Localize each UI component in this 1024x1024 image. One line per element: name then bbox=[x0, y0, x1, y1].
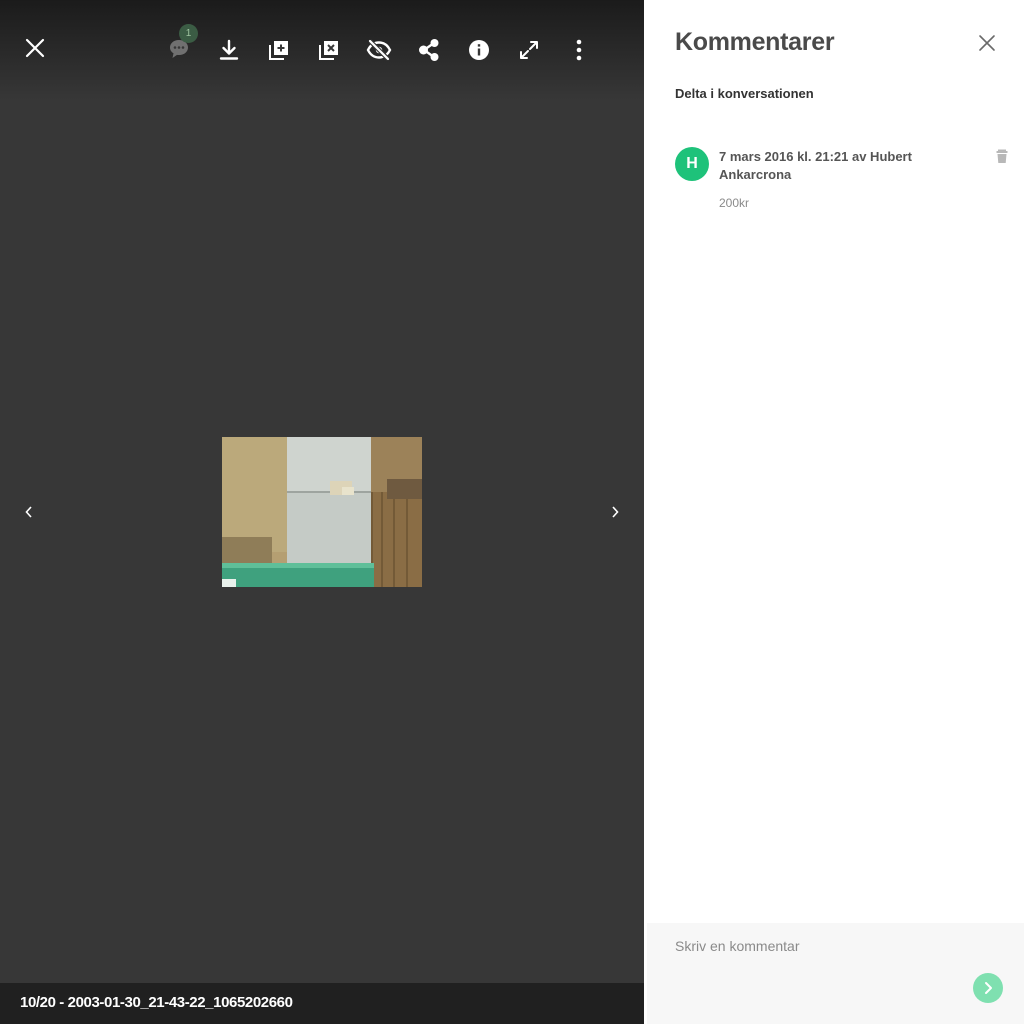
hide-button[interactable] bbox=[364, 35, 394, 65]
chevron-left-icon bbox=[25, 506, 32, 518]
add-to-album-icon bbox=[269, 41, 288, 60]
panel-title: Kommentarer bbox=[675, 28, 835, 56]
comment-count-badge: 1 bbox=[179, 24, 198, 43]
download-icon bbox=[219, 39, 239, 60]
photo bbox=[222, 437, 422, 587]
delete-comment-button[interactable] bbox=[994, 148, 1010, 164]
comment-meta: 7 mars 2016 kl. 21:21 av Hubert Ankarcro… bbox=[719, 149, 912, 182]
expand-icon bbox=[520, 41, 538, 59]
image-caption: 10/20 - 2003-01-30_21-43-22_1065202660 bbox=[20, 994, 293, 1011]
remove-from-album-icon bbox=[319, 41, 338, 60]
add-to-album-button[interactable] bbox=[264, 35, 294, 65]
close-icon bbox=[25, 38, 45, 58]
avatar: H bbox=[675, 147, 709, 181]
comment-text: 200kr bbox=[719, 196, 750, 210]
send-comment-button[interactable] bbox=[973, 973, 1003, 1003]
eye-off-icon bbox=[366, 39, 392, 61]
download-button[interactable] bbox=[214, 35, 244, 65]
share-button[interactable] bbox=[414, 35, 444, 65]
close-viewer-button[interactable] bbox=[20, 33, 50, 63]
panel-subtitle: Delta i konversationen bbox=[675, 86, 814, 101]
share-icon bbox=[419, 39, 439, 61]
remove-from-album-button[interactable] bbox=[314, 35, 344, 65]
close-panel-button[interactable] bbox=[974, 30, 1000, 56]
more-vertical-icon bbox=[576, 39, 582, 61]
next-image-button[interactable] bbox=[604, 501, 626, 523]
comment-input[interactable] bbox=[675, 938, 955, 954]
previous-image-button[interactable] bbox=[18, 501, 40, 523]
photo-image bbox=[222, 437, 422, 587]
info-icon bbox=[469, 40, 489, 60]
chevron-right-icon bbox=[612, 506, 619, 518]
chevron-right-icon bbox=[985, 982, 992, 994]
more-button[interactable] bbox=[564, 35, 594, 65]
info-button[interactable] bbox=[464, 35, 494, 65]
trash-icon bbox=[996, 149, 1008, 163]
close-icon bbox=[979, 35, 995, 51]
fullscreen-button[interactable] bbox=[514, 35, 544, 65]
